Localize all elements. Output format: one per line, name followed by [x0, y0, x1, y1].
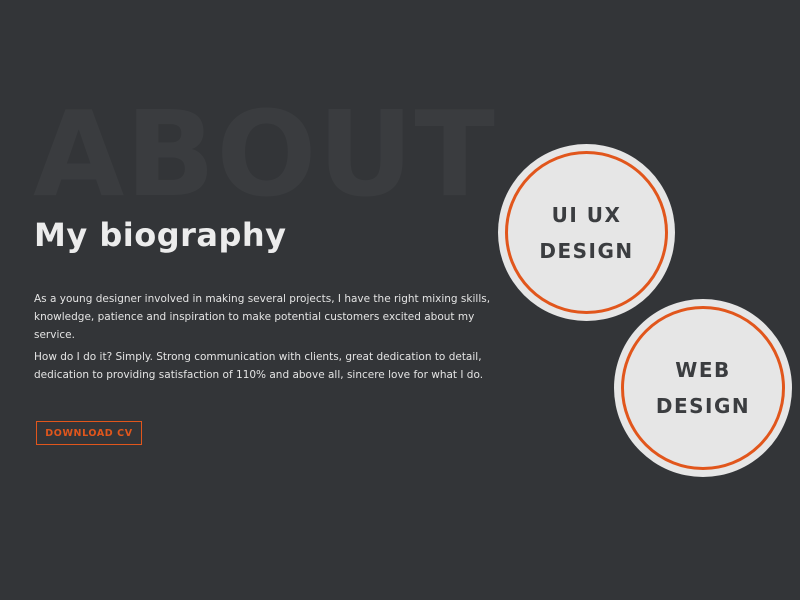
- background-word: ABOUT: [33, 85, 496, 223]
- biography-text: As a young designer involved in making s…: [34, 290, 494, 388]
- download-cv-button[interactable]: DOWNLOAD CV: [36, 421, 142, 445]
- service-circle-ui-ux[interactable]: UI UX DESIGN: [498, 144, 675, 321]
- service-label: UI UX DESIGN: [539, 202, 634, 263]
- section-title: My biography: [34, 216, 287, 254]
- bio-paragraph-1: As a young designer involved in making s…: [34, 293, 491, 341]
- service-circle-web-design[interactable]: WEB DESIGN: [614, 299, 792, 477]
- service-label: WEB DESIGN: [655, 358, 751, 418]
- bio-paragraph-2: How do I do it? Simply. Strong communica…: [34, 351, 484, 381]
